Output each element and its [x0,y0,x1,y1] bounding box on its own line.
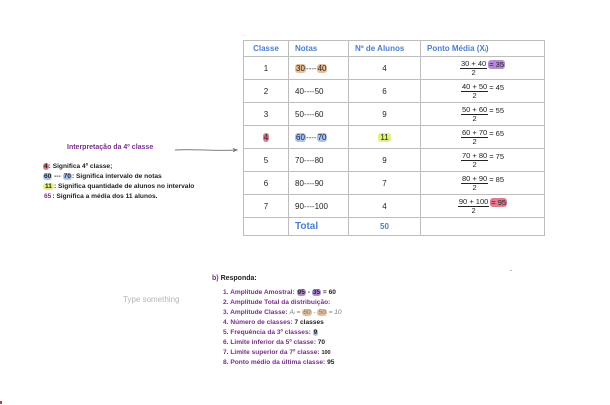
answer-question: 8. Ponto médio da última classe: [223,359,328,366]
frequency-table: Classe Notas Nº de Alunos Ponto Média (X… [243,40,545,236]
answer-item: 1. Amplitude Amostral: 95 - 35 = 60 [223,288,342,298]
cell-alunos: 6 [348,79,421,103]
text-placeholder[interactable]: Type something [123,295,179,304]
tiny-caption: — [243,33,246,37]
cell-classe: 2 [243,79,289,103]
cell-notas: 30----40 [288,56,349,80]
answer-question: 3. Amplitude Classe: [223,309,290,316]
answer-item: 6. Limite inferior da 5º classe: 70 [223,338,342,348]
table-row: 4 60----70 11 60 + 70 2 = 65 [243,125,545,149]
cell-alunos: 7 [348,171,421,195]
cell-notas: 70----80 [288,148,349,172]
cell-alunos: 9 [348,148,421,172]
legend-key-alunos: 11 [43,183,54,190]
cell-classe: 1 [243,56,289,80]
cell-classe: 3 [243,102,289,126]
cell-classe: 7 [243,194,289,218]
cell-classe: 4 [243,125,289,149]
cell-alunos: 9 [348,102,421,126]
answers-list: 1. Amplitude Amostral: 95 - 35 = 60 2. A… [223,288,342,368]
cell-notas: 90----100 [288,194,349,218]
cell-ponto-medio: 50 + 60 2 = 55 [420,102,545,126]
answer-item: 3. Amplitude Classe: Aᵢ = 60 - 50 = 10 [223,308,342,318]
table-row: 7 90----100 4 90 + 100 2 = 95 [243,194,545,218]
table-row: 1 30----40 4 30 + 40 2 = 35 [243,56,545,80]
table-header-row: Classe Notas Nº de Alunos Ponto Média (X… [243,40,545,57]
header-classe: Classe [243,40,289,57]
answers-title-b: b) [212,275,221,282]
answer-value-handwritten: Aᵢ = 60 - 50 = 10 [289,309,342,316]
legend-line-alunos: 11: Significa quantidade de alunos no in… [43,182,194,192]
legend-key-media: 65 [44,193,52,200]
answer-item: 8. Ponto médio da última classe: 95 [223,358,342,368]
cell-notas: 80----90 [288,171,349,195]
answer-value: 7 classes [294,319,324,326]
legend-text-media: : Significa a média dos 11 alunos. [52,193,158,200]
answer-question: 7. Limite superior da 7º classe: [223,349,322,356]
legend-sep: --- [52,173,63,180]
cell-notas: 50----60 [288,102,349,126]
table-row: 2 40----50 6 40 + 50 2 = 45 [243,79,545,103]
answer-value: 70 [317,339,326,346]
answer-question: 5. Frequência da 3º classes: [223,329,313,336]
answer-item: 4. Número de classes: 7 classes [223,318,342,328]
answer-question: 2. Amplitude Total da distribuição: [223,299,331,306]
legend-text-notas: : Significa intervalo de notas [71,173,162,180]
answer-value: 95 - 35 = 60 [296,289,336,296]
answers-title: b) Responda: [212,275,257,282]
cell-ponto-medio: 30 + 40 2 = 35 [420,56,545,80]
total-label: Total [288,217,349,236]
total-value: 50 [348,217,421,236]
answer-value: 9 [312,329,319,336]
cell-ponto-medio: 40 + 50 2 = 45 [420,79,545,103]
cell-alunos: 11 [348,125,421,149]
answer-value: 100 [321,350,331,356]
cell-ponto-medio: 70 + 80 2 = 75 [420,148,545,172]
header-ponto-media: Ponto Média (Xᵢ) [420,40,545,57]
table-row: 5 70----80 9 70 + 80 2 = 75 [243,148,545,172]
cell-classe: 5 [243,148,289,172]
cell-notas: 40----50 [288,79,349,103]
legend-text-alunos: : Significa quantidade de alunos no inte… [53,183,195,190]
answers-title-rest: Responda: [220,275,257,282]
stray-red-mark [0,401,2,404]
cell-ponto-medio: 90 + 100 2 = 95 [420,194,545,218]
total-empty-cell-2 [420,217,545,236]
cell-classe: 6 [243,171,289,195]
interpretation-legend: 4: Significa 4º classe; 60 --- 70: Signi… [43,162,194,202]
legend-text-classe: : Significa 4º classe; [48,163,113,170]
arrow-connector [175,148,239,152]
stray-mark [510,270,512,271]
cell-notas: 60----70 [288,125,349,149]
answer-item: 5. Frequência da 3º classes: 9 [223,328,342,338]
header-alunos: Nº de Alunos [348,40,421,57]
table-row: 3 50----60 9 50 + 60 2 = 55 [243,102,545,126]
table-total-row: Total 50 [243,217,545,236]
cell-alunos: 4 [348,56,421,80]
legend-line-media: 65: Significa a média dos 11 alunos. [43,192,194,202]
table-row: 6 80----90 7 80 + 90 2 = 85 [243,171,545,195]
answer-value: 95 [327,359,335,366]
header-notas: Notas [288,40,349,57]
cell-alunos: 4 [348,194,421,218]
legend-line-classe: 4: Significa 4º classe; [43,162,194,172]
legend-line-notas: 60 --- 70: Significa intervalo de notas [43,172,194,182]
cell-ponto-medio: 80 + 90 2 = 85 [420,171,545,195]
answer-question: 4. Número de classes: [223,319,295,326]
legend-key-notas-a: 60 [43,173,53,180]
legend-key-notas-b: 70 [62,173,72,180]
answer-question: 1. Amplitude Amostral: [223,289,297,296]
answer-item: 2. Amplitude Total da distribuição: [223,298,342,308]
interpretation-title: Interpretação da 4º classe [67,144,154,151]
answer-item: 7. Limite superior da 7º classe: 100 [223,348,342,358]
cell-ponto-medio: 60 + 70 2 = 65 [420,125,545,149]
total-empty-cell [243,217,289,236]
answer-question: 6. Limite inferior da 5º classe: [223,339,318,346]
